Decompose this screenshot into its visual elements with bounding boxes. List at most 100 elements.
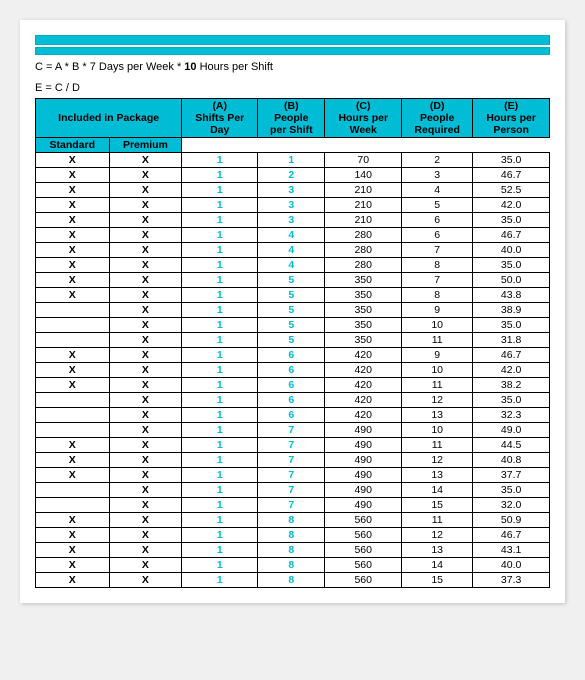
cell-shifts-per-day: 1 xyxy=(182,273,258,288)
cell-standard xyxy=(36,498,110,513)
cell-premium: X xyxy=(109,228,182,243)
cell-premium: X xyxy=(109,243,182,258)
cell-people-per-shift: 4 xyxy=(258,228,325,243)
cell-people-per-shift: 6 xyxy=(258,363,325,378)
cell-hours-per-week: 490 xyxy=(325,498,402,513)
cell-premium: X xyxy=(109,438,182,453)
cell-hours-per-week: 210 xyxy=(325,198,402,213)
cell-people-per-shift: 7 xyxy=(258,453,325,468)
cell-people-required: 5 xyxy=(402,198,473,213)
cell-hours-per-week: 420 xyxy=(325,378,402,393)
cell-people-per-shift: 4 xyxy=(258,258,325,273)
cell-shifts-per-day: 1 xyxy=(182,573,258,588)
cell-hours-per-week: 350 xyxy=(325,303,402,318)
page-container: C = A * B * 7 Days per Week * 10 Hours p… xyxy=(20,20,565,603)
cell-people-required: 9 xyxy=(402,303,473,318)
cell-people-per-shift: 8 xyxy=(258,528,325,543)
cell-hours-per-person: 35.0 xyxy=(473,213,550,228)
cell-standard: X xyxy=(36,168,110,183)
cell-standard xyxy=(36,408,110,423)
cell-people-per-shift: 5 xyxy=(258,303,325,318)
table-row: X164201235.0 xyxy=(36,393,550,408)
cell-premium: X xyxy=(109,498,182,513)
cell-hours-per-week: 280 xyxy=(325,258,402,273)
cell-people-required: 3 xyxy=(402,168,473,183)
cell-people-per-shift: 5 xyxy=(258,273,325,288)
cell-shifts-per-day: 1 xyxy=(182,468,258,483)
cell-people-required: 6 xyxy=(402,213,473,228)
cell-people-required: 11 xyxy=(402,333,473,348)
cell-people-required: 15 xyxy=(402,573,473,588)
cell-people-required: 10 xyxy=(402,423,473,438)
cell-premium: X xyxy=(109,558,182,573)
table-row: XX164201042.0 xyxy=(36,363,550,378)
cell-premium: X xyxy=(109,318,182,333)
cell-hours-per-week: 560 xyxy=(325,558,402,573)
cell-hours-per-week: 140 xyxy=(325,168,402,183)
formula1: C = A * B * 7 Days per Week * 10 Hours p… xyxy=(35,59,550,76)
cell-standard xyxy=(36,483,110,498)
header-premium: Premium xyxy=(109,138,182,153)
cell-shifts-per-day: 1 xyxy=(182,153,258,168)
table-row: XX12140346.7 xyxy=(36,168,550,183)
cell-hours-per-week: 280 xyxy=(325,228,402,243)
cell-hours-per-week: 280 xyxy=(325,243,402,258)
cell-hours-per-person: 35.0 xyxy=(473,153,550,168)
cell-hours-per-person: 35.0 xyxy=(473,318,550,333)
cell-shifts-per-day: 1 xyxy=(182,498,258,513)
cell-hours-per-week: 560 xyxy=(325,513,402,528)
cell-hours-per-person: 31.8 xyxy=(473,333,550,348)
cell-standard: X xyxy=(36,258,110,273)
cell-people-required: 11 xyxy=(402,438,473,453)
cell-hours-per-person: 44.5 xyxy=(473,438,550,453)
cell-premium: X xyxy=(109,333,182,348)
cell-people-per-shift: 4 xyxy=(258,243,325,258)
cell-hours-per-person: 37.3 xyxy=(473,573,550,588)
schedule-table: Included in Package (A)Shifts PerDay (B)… xyxy=(35,98,550,588)
cell-people-per-shift: 6 xyxy=(258,348,325,363)
cell-hours-per-week: 70 xyxy=(325,153,402,168)
cell-hours-per-week: 490 xyxy=(325,483,402,498)
cell-standard: X xyxy=(36,513,110,528)
cell-standard: X xyxy=(36,243,110,258)
cell-standard: X xyxy=(36,183,110,198)
cell-standard: X xyxy=(36,378,110,393)
cell-premium: X xyxy=(109,303,182,318)
cell-premium: X xyxy=(109,378,182,393)
table-row: XX15350750.0 xyxy=(36,273,550,288)
cell-people-per-shift: 6 xyxy=(258,378,325,393)
header-included: Included in Package xyxy=(36,99,182,138)
cell-people-required: 13 xyxy=(402,543,473,558)
cell-shifts-per-day: 1 xyxy=(182,408,258,423)
cell-premium: X xyxy=(109,468,182,483)
cell-hours-per-person: 46.7 xyxy=(473,228,550,243)
table-row: X15350938.9 xyxy=(36,303,550,318)
cell-people-per-shift: 6 xyxy=(258,393,325,408)
cell-hours-per-person: 46.7 xyxy=(473,168,550,183)
cell-people-required: 10 xyxy=(402,363,473,378)
cell-people-required: 11 xyxy=(402,378,473,393)
cell-standard: X xyxy=(36,228,110,243)
cell-people-required: 15 xyxy=(402,498,473,513)
table-row: XX185601246.7 xyxy=(36,528,550,543)
cell-hours-per-week: 420 xyxy=(325,408,402,423)
cell-standard xyxy=(36,423,110,438)
cell-standard: X xyxy=(36,273,110,288)
table-row: XX16420946.7 xyxy=(36,348,550,363)
cell-premium: X xyxy=(109,213,182,228)
cell-hours-per-person: 42.0 xyxy=(473,363,550,378)
cell-standard: X xyxy=(36,453,110,468)
cell-people-required: 11 xyxy=(402,513,473,528)
cell-shifts-per-day: 1 xyxy=(182,288,258,303)
cell-premium: X xyxy=(109,543,182,558)
cell-standard xyxy=(36,318,110,333)
cell-standard: X xyxy=(36,438,110,453)
cell-people-required: 4 xyxy=(402,183,473,198)
cell-premium: X xyxy=(109,573,182,588)
table-row: XX1170235.0 xyxy=(36,153,550,168)
cell-shifts-per-day: 1 xyxy=(182,348,258,363)
cell-premium: X xyxy=(109,153,182,168)
cell-hours-per-person: 37.7 xyxy=(473,468,550,483)
cell-shifts-per-day: 1 xyxy=(182,363,258,378)
cell-hours-per-person: 46.7 xyxy=(473,348,550,363)
